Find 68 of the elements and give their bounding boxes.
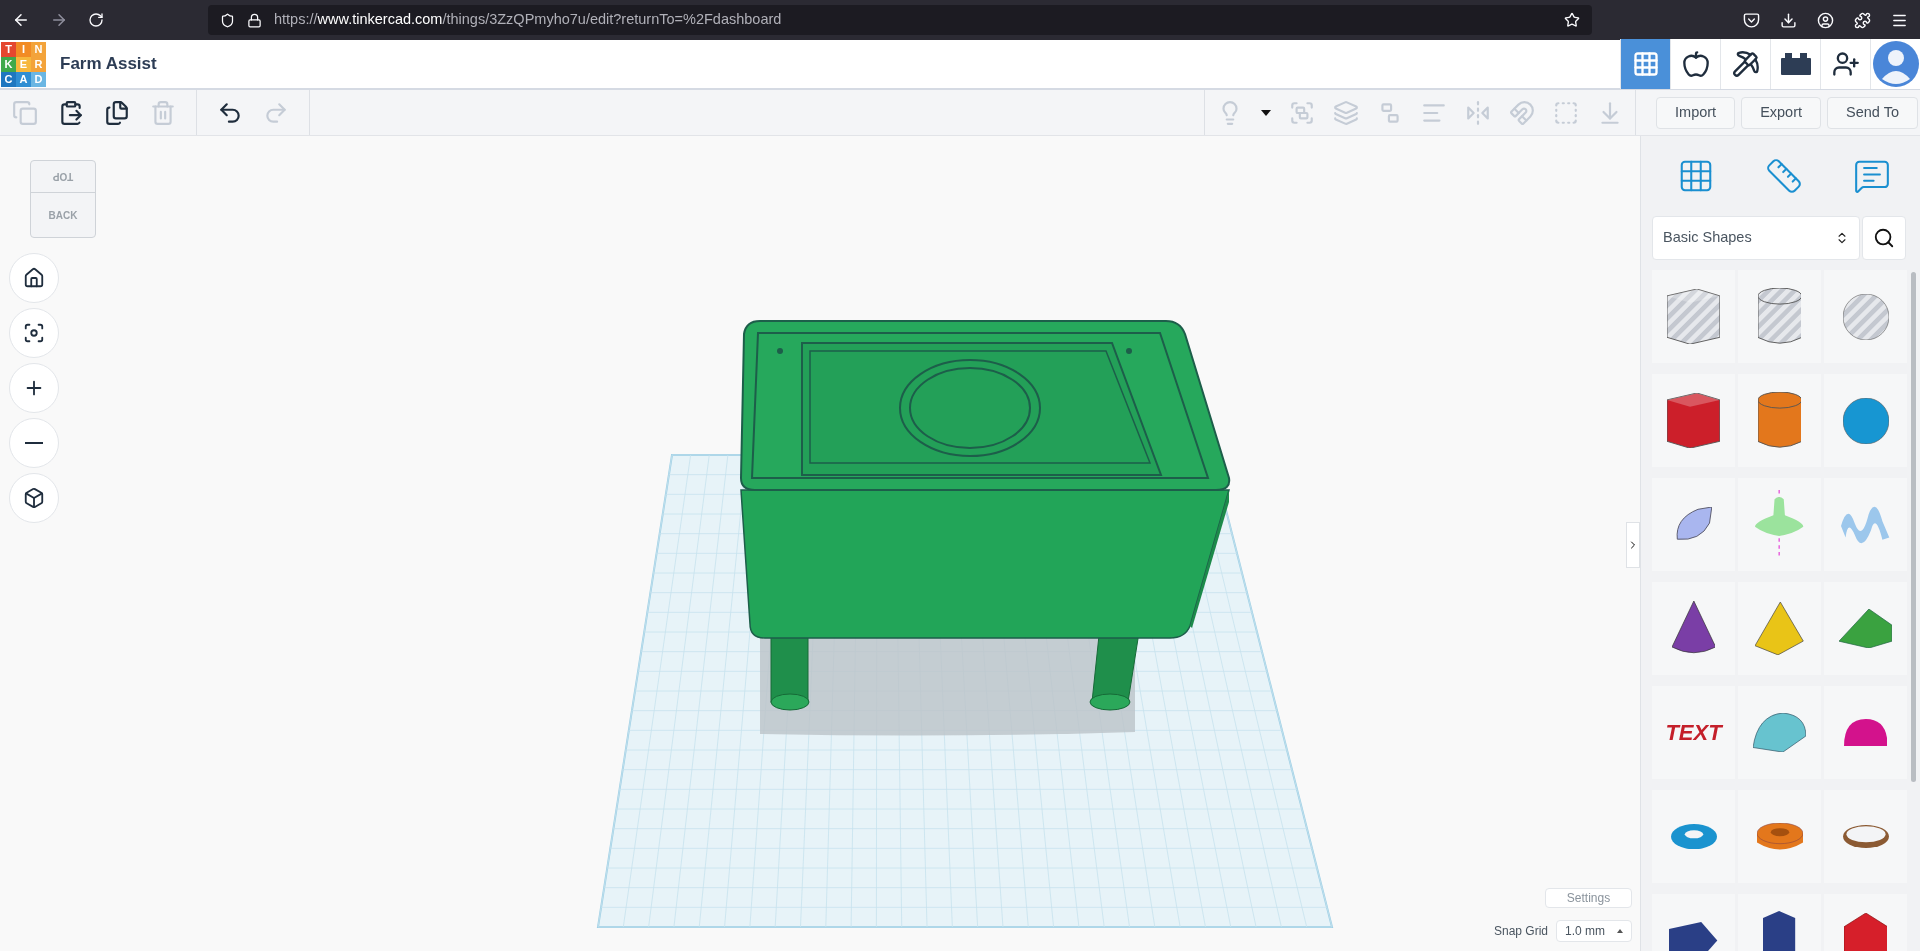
shape-tile[interactable] — [1652, 374, 1735, 467]
perspective-button[interactable] — [9, 473, 59, 523]
download-icon[interactable] — [1780, 11, 1797, 29]
shape-tile[interactable] — [1738, 478, 1822, 571]
tinkercad-logo[interactable]: T I N K E R C A D — [1, 41, 46, 87]
cube-back-face: BACK — [47, 208, 79, 223]
snap-grid-select[interactable]: 1.0 mm — [1556, 920, 1632, 942]
perspective-icon — [23, 487, 45, 509]
search-button[interactable] — [1862, 216, 1906, 260]
back-icon[interactable] — [12, 11, 30, 29]
pickaxe-icon — [1731, 50, 1760, 78]
brick-tab[interactable] — [1770, 39, 1820, 89]
shield-icon — [220, 12, 235, 28]
fit-icon — [23, 322, 45, 344]
extensions-icon[interactable] — [1854, 11, 1871, 29]
bookmark-star-icon[interactable] — [1564, 12, 1580, 28]
collapse-panel-handle[interactable] — [1626, 522, 1640, 568]
lock-icon — [247, 12, 262, 28]
text-shape-icon: TEXT — [1665, 721, 1722, 744]
shape-tile[interactable] — [1652, 790, 1735, 883]
avatar-icon — [1872, 41, 1919, 87]
paste-icon[interactable] — [58, 99, 84, 126]
url-text: https://www.tinkercad.com/things/3ZzQPmyho7u/edit?returnTo=%2Fdashboard — [274, 10, 782, 30]
pickaxe-tab[interactable] — [1720, 39, 1770, 89]
home-icon — [23, 267, 45, 289]
account-icon[interactable] — [1817, 11, 1834, 29]
action-button[interactable]: Import — [1656, 96, 1736, 129]
scrollbar[interactable] — [1911, 272, 1916, 782]
apple-icon — [1681, 50, 1710, 78]
shape-tile[interactable] — [1824, 270, 1908, 363]
shape-tile[interactable] — [1824, 686, 1908, 779]
add-user-icon — [1831, 50, 1860, 78]
snap-grid-label: Snap Grid — [1493, 923, 1548, 940]
duplicate-icon[interactable] — [104, 99, 130, 126]
search-icon — [1873, 227, 1895, 249]
brick-icon — [1780, 53, 1811, 75]
grid-icon — [1631, 50, 1660, 78]
shape-tile[interactable] — [1738, 270, 1822, 363]
shape-tile[interactable]: TEXT — [1652, 686, 1735, 779]
fit-button[interactable] — [9, 308, 59, 358]
forward-icon[interactable] — [50, 11, 68, 29]
address-bar[interactable]: https://www.tinkercad.com/things/3ZzQPmyho7u/edit?returnTo=%2Fdashboard — [208, 5, 1592, 35]
design-title[interactable]: Farm Assist — [60, 51, 157, 77]
ruler-icon[interactable] — [1765, 157, 1803, 195]
shape-tile[interactable] — [1824, 582, 1908, 675]
reload-icon[interactable] — [88, 12, 104, 28]
avatar-tab[interactable] — [1870, 39, 1920, 89]
pocket-icon[interactable] — [1743, 11, 1760, 29]
shape-tile[interactable] — [1738, 374, 1822, 467]
caret-icon — [1617, 929, 1623, 933]
caret-icon[interactable] — [1261, 109, 1272, 116]
shape-category-select[interactable]: Basic Shapes — [1652, 216, 1860, 260]
shape-tile[interactable] — [1824, 478, 1908, 571]
shape-tile[interactable] — [1824, 790, 1908, 883]
action-button[interactable]: Send To — [1827, 96, 1918, 129]
action-button[interactable]: Export — [1741, 96, 1822, 129]
shape-tile[interactable] — [1824, 374, 1908, 467]
shape-tile[interactable] — [1652, 582, 1735, 675]
apple-tab[interactable] — [1670, 39, 1720, 89]
shape-tile[interactable] — [1738, 686, 1822, 779]
cube-top-face: TOP — [31, 161, 95, 193]
shape-tile[interactable] — [1738, 790, 1822, 883]
add-user-tab[interactable] — [1820, 39, 1870, 89]
shape-tile[interactable] — [1652, 478, 1735, 571]
home-button[interactable] — [9, 253, 59, 303]
shape-tile[interactable] — [1652, 270, 1735, 363]
shape-tile[interactable] — [1738, 582, 1822, 675]
zoom-in-button[interactable] — [9, 363, 59, 413]
